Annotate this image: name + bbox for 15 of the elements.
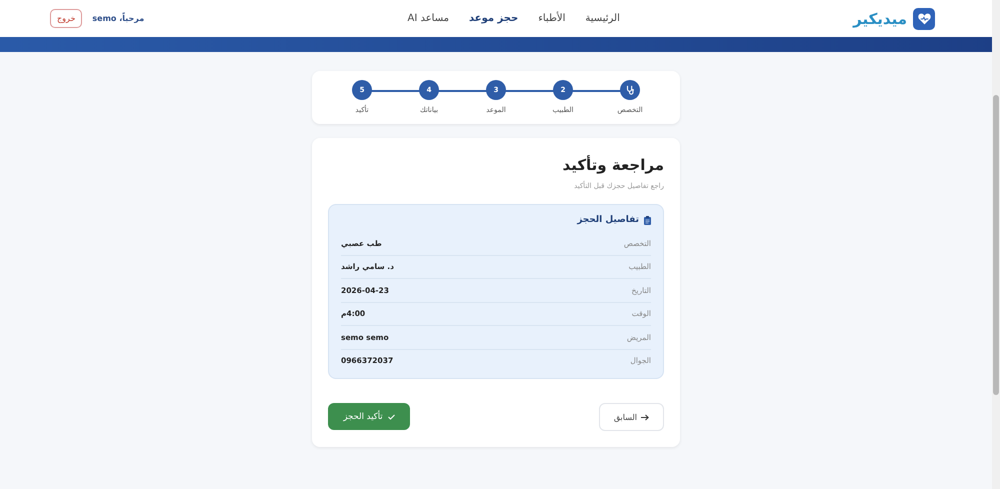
check-icon xyxy=(388,414,395,420)
confirm-button[interactable]: تأكيد الحجز xyxy=(328,403,410,430)
clipboard-icon xyxy=(644,216,651,224)
greeting-text: مرحباً، semo xyxy=(92,14,144,23)
logo-text: ميديكير xyxy=(853,10,907,28)
details-title: تفاصيل الحجز xyxy=(577,215,639,225)
back-button[interactable]: السابق xyxy=(598,403,664,431)
page-title: مراجعة وتأكيد xyxy=(562,156,664,174)
arrow-icon xyxy=(641,414,649,420)
nav-link[interactable]: الأطباء xyxy=(538,13,566,24)
logout-button[interactable]: خروج xyxy=(50,9,82,28)
heart-logo-icon xyxy=(913,8,935,30)
nav-link[interactable]: حجز موعد xyxy=(469,13,518,24)
nav-link[interactable]: مساعد AI xyxy=(407,13,449,24)
nav-link[interactable]: الرئيسية xyxy=(585,13,620,24)
